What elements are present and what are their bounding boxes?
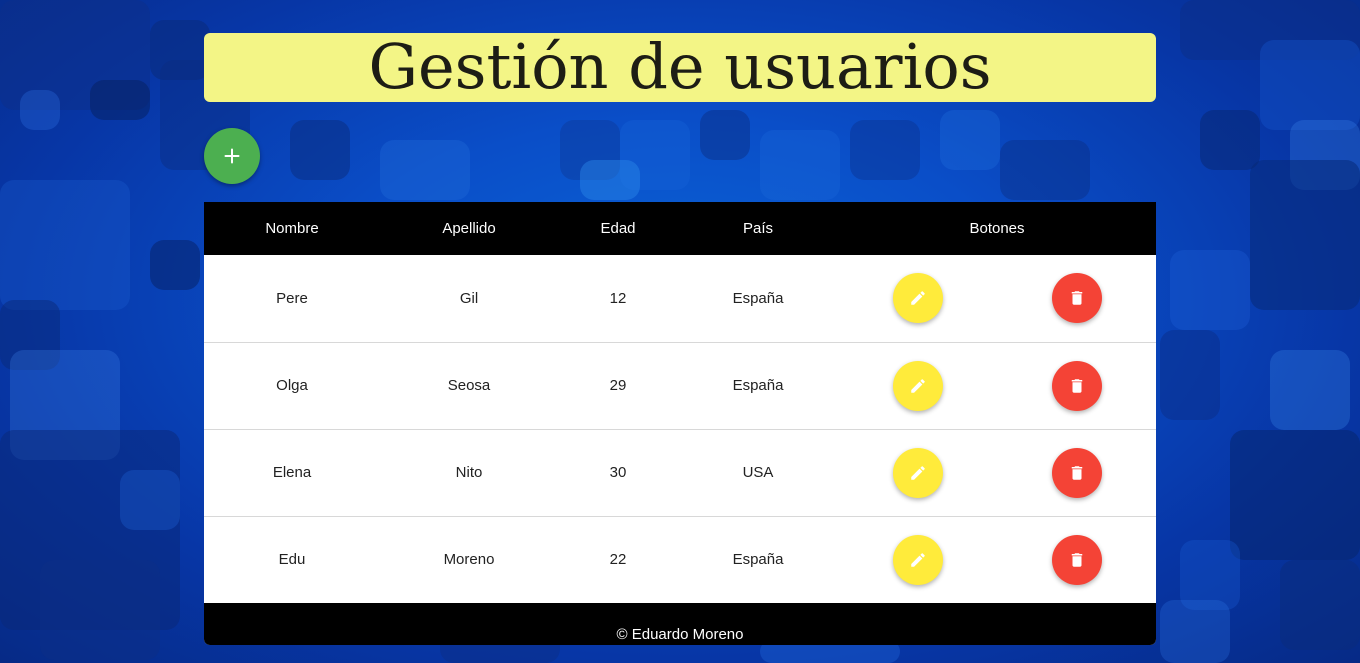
main-container: Gestión de usuarios Nombre Apellido Edad… (204, 33, 1156, 645)
table-row: Pere Gil 12 España (204, 255, 1156, 342)
cell-pais: España (732, 377, 784, 394)
cell-pais: España (732, 551, 784, 569)
background-square (90, 80, 150, 120)
cell-delete (997, 255, 1156, 342)
cell-nombre: Edu (278, 551, 306, 569)
cell-delete (997, 429, 1156, 516)
cell-apellido: Gil (459, 289, 479, 307)
column-header-botones: Botones (969, 220, 1025, 237)
table-row: Olga Seosa 29 España (204, 342, 1156, 429)
footer-copyright: © Eduardo Moreno (616, 626, 744, 643)
page-title: Gestión de usuarios (368, 29, 992, 103)
pencil-icon (910, 465, 925, 480)
cell-delete (997, 516, 1156, 603)
add-user-button[interactable] (204, 128, 260, 184)
background-square (20, 90, 60, 130)
column-header-edad: Edad (600, 220, 636, 237)
cell-edit (838, 342, 997, 429)
cell-apellido: Nito (455, 464, 483, 481)
cell-edad: 12 (609, 289, 627, 307)
cell-apellido: Seosa (447, 377, 491, 394)
cell-edad: 29 (609, 377, 627, 394)
column-header-pais: País (742, 220, 773, 237)
cell-pais: USA (742, 464, 774, 481)
background-square (1230, 430, 1360, 560)
background-square (1000, 140, 1090, 200)
background-square (290, 120, 350, 180)
edit-user-button[interactable] (892, 273, 943, 324)
cell-edad: 30 (609, 464, 627, 481)
cell-nombre: Pere (276, 289, 308, 307)
edit-user-button[interactable] (892, 534, 943, 585)
trash-icon (1071, 465, 1082, 480)
background-square (1160, 600, 1230, 663)
trash-icon (1071, 553, 1082, 567)
background-square (120, 470, 180, 530)
edit-user-button[interactable] (892, 360, 943, 411)
edit-user-button[interactable] (892, 447, 943, 498)
cell-apellido: Moreno (443, 551, 495, 569)
cell-edit (838, 429, 997, 516)
background-square (700, 110, 750, 160)
background-square (0, 180, 130, 310)
cell-nombre: Olga (276, 377, 308, 394)
table-header-row: Nombre Apellido Edad País Botones (204, 202, 1156, 255)
trash-icon (1071, 291, 1082, 305)
delete-user-button[interactable] (1051, 273, 1102, 324)
cell-delete (997, 342, 1156, 429)
background-square (1250, 160, 1360, 310)
cell-edit (838, 516, 997, 603)
cell-edit (838, 255, 997, 342)
delete-user-button[interactable] (1051, 447, 1102, 498)
pencil-icon (910, 378, 925, 393)
pencil-icon (910, 552, 925, 567)
background-square (150, 240, 200, 290)
background-square (760, 130, 840, 200)
background-square (380, 140, 470, 200)
footer: © Eduardo Moreno (204, 603, 1156, 645)
trash-icon (1071, 378, 1082, 393)
background-square (1170, 250, 1250, 330)
background-square (1160, 330, 1220, 420)
table-row: Elena Nito 30 USA (204, 429, 1156, 516)
users-table: Nombre Apellido Edad País Botones Pere Gi… (204, 202, 1156, 645)
background-square (580, 160, 640, 200)
column-header-apellido: Apellido (442, 220, 496, 237)
plus-icon (224, 148, 240, 164)
table-row: Edu Moreno 22 España (204, 516, 1156, 603)
background-square (1200, 110, 1260, 170)
background-square (1270, 350, 1350, 430)
background-square (940, 110, 1000, 170)
delete-user-button[interactable] (1051, 360, 1102, 411)
pencil-icon (910, 291, 925, 305)
background-square (1260, 40, 1360, 130)
cell-edad: 22 (609, 551, 627, 569)
cell-pais: España (732, 289, 784, 307)
delete-user-button[interactable] (1051, 534, 1102, 585)
column-header-nombre: Nombre (265, 220, 319, 237)
cell-nombre: Elena (272, 464, 312, 481)
background-square (850, 120, 920, 180)
title-bar: Gestión de usuarios (204, 33, 1156, 102)
background-square (1280, 560, 1360, 650)
background-square (40, 560, 160, 660)
